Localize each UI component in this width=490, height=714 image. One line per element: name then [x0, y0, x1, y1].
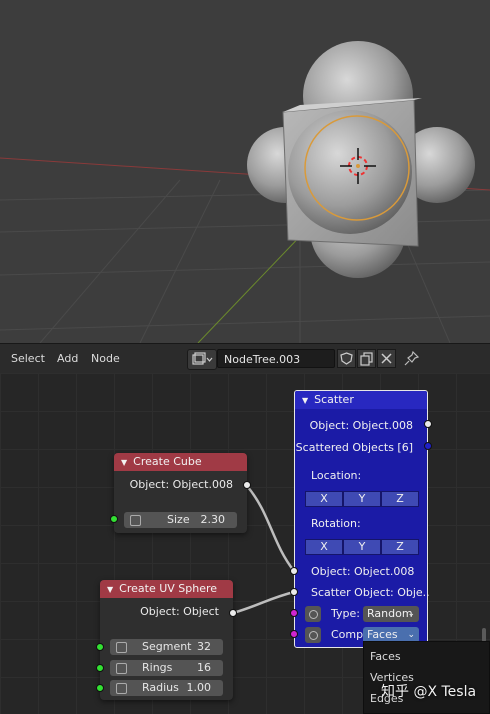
scatter-title: Scatter	[314, 393, 354, 406]
type-label: Type:	[331, 607, 360, 620]
create-cube-header[interactable]: ▼ Create Cube	[114, 453, 247, 471]
rotation-label: Rotation:	[311, 517, 361, 530]
create-cube-title: Create Cube	[133, 455, 202, 468]
rings-value: 16	[197, 661, 211, 674]
menu-select[interactable]: Select	[11, 352, 45, 365]
socket-toggle-icon	[116, 642, 127, 653]
create-cube-output-socket[interactable]	[243, 481, 251, 489]
create-uv-sphere-header[interactable]: ▼ Create UV Sphere	[100, 580, 233, 598]
watermark-text: 知乎 @X Tesla	[381, 684, 477, 700]
scatter-output-object-label: Object: Object.008	[309, 419, 413, 432]
size-value: 2.30	[200, 513, 226, 526]
comp-input-socket[interactable]	[290, 630, 298, 638]
segment-field[interactable]: Segment 32	[110, 639, 223, 655]
rotation-y-button[interactable]: Y	[343, 539, 381, 555]
node-tree-icon	[192, 352, 213, 365]
location-x-button[interactable]: X	[305, 491, 343, 507]
location-label: Location:	[311, 469, 362, 482]
rings-input-socket[interactable]	[96, 664, 104, 672]
collapse-arrow-icon[interactable]: ▼	[302, 396, 308, 405]
collapse-arrow-icon[interactable]: ▼	[121, 458, 127, 467]
pin-icon	[404, 350, 420, 366]
type-dropdown[interactable]: Random ⌄	[363, 606, 419, 622]
radius-label: Radius	[142, 681, 179, 694]
rotation-z-button[interactable]: Z	[381, 539, 419, 555]
rotation-x-button[interactable]: X	[305, 539, 343, 555]
scatter-output-object-socket[interactable]	[424, 420, 432, 428]
comp-dropdown-menu: Faces Vertices Edges	[363, 641, 490, 714]
radius-field[interactable]: Radius 1.00	[110, 680, 223, 696]
unlink-button[interactable]	[377, 349, 396, 368]
rings-label: Rings	[142, 661, 173, 674]
shield-icon	[340, 352, 353, 365]
new-node-tree-button[interactable]	[357, 349, 376, 368]
socket-toggle-icon	[130, 515, 141, 526]
scatter-output-scattered-socket[interactable]	[424, 442, 432, 450]
node-tree-name-field[interactable]: NodeTree.003	[217, 349, 335, 368]
scatter-input-object-label: Object: Object.008	[311, 565, 415, 578]
size-field[interactable]: Size 2.30	[124, 512, 237, 528]
fake-user-button[interactable]	[337, 349, 356, 368]
type-dropdown-value: Random	[367, 607, 413, 620]
create-uv-sphere-title: Create UV Sphere	[119, 582, 218, 595]
segment-label: Segment	[142, 640, 192, 653]
rotation-xyz-buttons: X Y Z	[305, 539, 419, 555]
scatter-input-scatter-object-socket[interactable]	[290, 588, 298, 596]
node-tree-browse-button[interactable]	[187, 349, 217, 370]
scatter-node[interactable]: ▼ Scatter Object: Object.008 Scattered Ob…	[294, 390, 430, 648]
location-y-button[interactable]: Y	[343, 491, 381, 507]
pin-button[interactable]	[402, 349, 421, 368]
link-sphere-to-scatter	[232, 590, 295, 615]
scatter-output-scattered-label: Scattered Objects [6]	[295, 441, 413, 454]
scatter-header[interactable]: ▼ Scatter	[295, 391, 427, 409]
scatter-input-scatter-object-label: Scatter Object: Obje..	[311, 586, 430, 599]
create-uv-sphere-output-socket[interactable]	[229, 609, 237, 617]
link-cube-to-scatter	[246, 485, 295, 572]
node-editor-header: Select Add Node NodeTree.003	[0, 343, 490, 374]
vertical-scrollbar[interactable]	[482, 628, 486, 642]
menu-item-faces[interactable]: Faces	[370, 650, 401, 663]
3d-viewport[interactable]	[0, 0, 490, 343]
radius-value: 1.00	[186, 681, 212, 694]
segment-value: 32	[197, 640, 211, 653]
location-xyz-buttons: X Y Z	[305, 491, 419, 507]
type-socket-toggle-icon[interactable]	[305, 606, 321, 622]
scatter-input-object-socket[interactable]	[290, 567, 298, 575]
chevron-down-icon: ⌄	[407, 609, 415, 619]
duplicate-icon	[360, 352, 373, 366]
segment-input-socket[interactable]	[96, 643, 104, 651]
socket-toggle-icon	[116, 683, 127, 694]
size-label: Size	[167, 513, 190, 526]
close-icon	[381, 353, 392, 364]
create-uv-sphere-node[interactable]: ▼ Create UV Sphere Object: Object Segment…	[100, 580, 233, 700]
rings-field[interactable]: Rings 16	[110, 660, 223, 676]
size-input-socket[interactable]	[110, 515, 118, 523]
socket-toggle-icon	[116, 663, 127, 674]
collapse-arrow-icon[interactable]: ▼	[107, 585, 113, 594]
location-z-button[interactable]: Z	[381, 491, 419, 507]
create-cube-node[interactable]: ▼ Create Cube Object: Object.008 Size 2.3…	[114, 453, 247, 533]
comp-dropdown-value: Faces	[367, 628, 398, 641]
comp-socket-toggle-icon[interactable]	[305, 627, 321, 643]
menu-node[interactable]: Node	[91, 352, 120, 365]
menu-add[interactable]: Add	[57, 352, 78, 365]
comp-label: Comp	[331, 628, 364, 641]
viewport-scene	[0, 41, 490, 343]
type-input-socket[interactable]	[290, 609, 298, 617]
create-uv-sphere-output-label: Object: Object	[140, 605, 219, 618]
radius-input-socket[interactable]	[96, 684, 104, 692]
create-cube-output-label: Object: Object.008	[129, 478, 233, 491]
